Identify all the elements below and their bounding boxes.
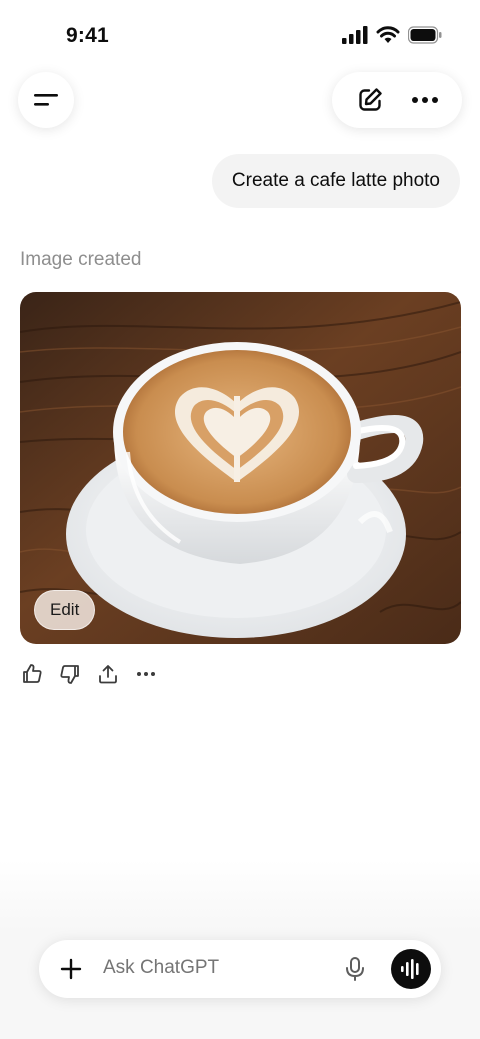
dislike-button[interactable] [58,662,82,686]
header-actions [332,72,462,128]
plus-icon[interactable] [59,957,83,981]
thumbs-down-icon [60,665,79,684]
user-message-bubble[interactable]: Create a cafe latte photo [211,154,460,208]
more-actions-button[interactable] [134,662,158,686]
menu-button[interactable] [18,72,74,128]
signal-icon [342,26,368,44]
wifi-icon [376,26,400,43]
share-button[interactable] [96,662,120,686]
status-icons [342,26,442,44]
voice-mode-button[interactable] [391,949,431,989]
battery-icon [408,26,442,44]
status-time: 9:41 [66,24,109,47]
menu-icon [34,94,58,106]
composer [39,940,441,998]
latte-image [20,292,461,644]
status-bar: 9:41 [0,0,480,70]
message-actions [20,662,158,686]
thumbs-up-icon [23,664,42,683]
edit-compose-icon [358,88,382,111]
microphone-icon[interactable] [343,956,367,982]
generated-image-card[interactable]: Edit [20,292,461,644]
edit-image-button[interactable]: Edit [34,590,96,630]
more-horizontal-icon [137,672,155,676]
assistant-status-label: Image created [20,249,142,270]
message-input[interactable] [103,957,323,979]
like-button[interactable] [20,662,44,686]
voice-mode-icon [401,959,419,979]
more-horizontal-icon [411,97,438,103]
new-chat-button[interactable] [350,80,390,120]
more-options-button[interactable] [405,80,445,120]
share-icon [99,665,117,684]
